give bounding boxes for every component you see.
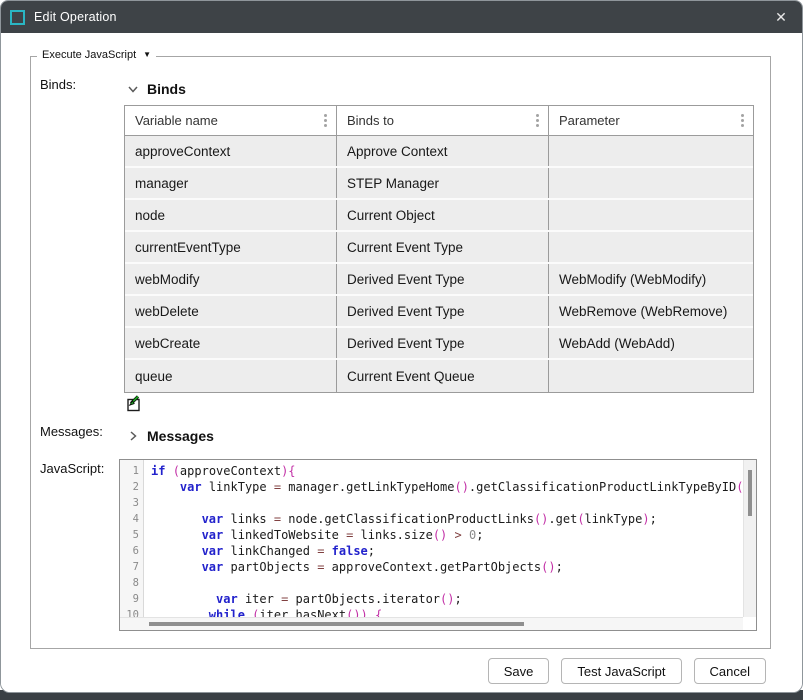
line-number: 3 — [120, 495, 143, 511]
save-button[interactable]: Save — [488, 658, 550, 684]
line-number: 7 — [120, 559, 143, 575]
binds-table-body: approveContextApprove ContextmanagerSTEP… — [125, 136, 753, 392]
binds-table: Variable name Binds to Parameter approveCo… — [124, 105, 754, 393]
column-menu-icon[interactable] — [322, 112, 329, 129]
binds-to-cell[interactable]: Derived Event Type — [337, 296, 549, 326]
chevron-down-icon — [128, 84, 138, 94]
variable-cell[interactable]: approveContext — [125, 136, 337, 166]
javascript-label: JavaScript: — [40, 461, 104, 476]
column-label: Variable name — [135, 113, 218, 128]
parameter-cell[interactable]: WebRemove (WebRemove) — [549, 296, 753, 326]
bind-row: webDeleteDerived Event TypeWebRemove (We… — [125, 296, 753, 328]
parameter-cell[interactable] — [549, 200, 753, 230]
column-menu-icon[interactable] — [739, 112, 746, 129]
code-line — [151, 575, 743, 591]
javascript-code-editor[interactable]: 12345678910 if (approveContext){ var lin… — [119, 459, 757, 631]
bind-row: approveContextApprove Context — [125, 136, 753, 168]
binds-section-header[interactable]: Binds — [128, 81, 186, 97]
code-line: var partObjects = approveContext.getPart… — [151, 559, 743, 575]
bind-row: managerSTEP Manager — [125, 168, 753, 200]
binds-to-cell[interactable]: Derived Event Type — [337, 328, 549, 358]
bind-row: nodeCurrent Object — [125, 200, 753, 232]
vertical-scrollbar[interactable] — [743, 460, 756, 617]
code-line: var iter = partObjects.iterator(); — [151, 591, 743, 607]
bind-row: currentEventTypeCurrent Event Type — [125, 232, 753, 264]
parameter-cell[interactable] — [549, 232, 753, 262]
column-header-variable-name[interactable]: Variable name — [125, 106, 337, 135]
dialog-buttons: Save Test JavaScript Cancel — [488, 658, 766, 684]
test-javascript-button[interactable]: Test JavaScript — [561, 658, 681, 684]
binds-to-cell[interactable]: Current Event Type — [337, 232, 549, 262]
vertical-scrollbar-thumb[interactable] — [748, 470, 752, 516]
bind-row: webModifyDerived Event TypeWebModify (We… — [125, 264, 753, 296]
code-line: if (approveContext){ — [151, 463, 743, 479]
edit-cell-icon[interactable] — [124, 395, 141, 412]
horizontal-scrollbar-thumb[interactable] — [149, 622, 524, 626]
binds-to-cell[interactable]: Current Object — [337, 200, 549, 230]
binds-to-cell[interactable]: Derived Event Type — [337, 264, 549, 294]
window-title: Edit Operation — [34, 10, 117, 24]
column-header-parameter[interactable]: Parameter — [549, 106, 753, 135]
column-label: Binds to — [347, 113, 394, 128]
line-number: 6 — [120, 543, 143, 559]
cancel-button[interactable]: Cancel — [694, 658, 766, 684]
messages-label: Messages: — [40, 424, 103, 439]
close-icon[interactable]: ✕ — [760, 1, 802, 33]
caret-down-icon: ▼ — [143, 51, 151, 59]
code-line: var linkedToWebsite = links.size() > 0; — [151, 527, 743, 543]
column-menu-icon[interactable] — [534, 112, 541, 129]
line-number: 8 — [120, 575, 143, 591]
variable-cell[interactable]: webCreate — [125, 328, 337, 358]
code-line: while (iter.hasNext()) { — [151, 607, 743, 617]
dialog-body: Execute JavaScript ▼ Binds: Binds Variab… — [1, 33, 802, 692]
line-number: 5 — [120, 527, 143, 543]
code-line: var linkType = manager.getLinkTypeHome()… — [151, 479, 743, 495]
line-number: 1 — [120, 463, 143, 479]
messages-section-title: Messages — [147, 428, 214, 444]
binds-to-cell[interactable]: STEP Manager — [337, 168, 549, 198]
execute-javascript-group: Execute JavaScript ▼ Binds: Binds Variab… — [30, 56, 771, 649]
bind-row: webCreateDerived Event TypeWebAdd (WebAd… — [125, 328, 753, 360]
line-number: 4 — [120, 511, 143, 527]
line-number-gutter: 12345678910 — [120, 460, 144, 630]
parameter-cell[interactable] — [549, 136, 753, 166]
operation-type-label: Execute JavaScript — [42, 49, 136, 61]
screen: Edit Operation ✕ Execute JavaScript ▼ Bi… — [0, 0, 803, 700]
chevron-right-icon — [128, 431, 138, 441]
code-line — [151, 495, 743, 511]
horizontal-scrollbar[interactable] — [120, 617, 743, 630]
parameter-cell[interactable] — [549, 168, 753, 198]
parameter-cell[interactable]: WebAdd (WebAdd) — [549, 328, 753, 358]
messages-section-header[interactable]: Messages — [128, 428, 214, 444]
variable-cell[interactable]: webModify — [125, 264, 337, 294]
line-number: 2 — [120, 479, 143, 495]
parameter-cell[interactable] — [549, 360, 753, 392]
binds-section-title: Binds — [147, 81, 186, 97]
code-line: var linkChanged = false; — [151, 543, 743, 559]
column-label: Parameter — [559, 113, 620, 128]
bind-row: queueCurrent Event Queue — [125, 360, 753, 392]
binds-label: Binds: — [40, 77, 76, 92]
binds-table-header: Variable name Binds to Parameter — [125, 106, 753, 136]
binds-to-cell[interactable]: Current Event Queue — [337, 360, 549, 392]
operation-type-dropdown[interactable]: Execute JavaScript ▼ — [37, 49, 156, 61]
parameter-cell[interactable]: WebModify (WebModify) — [549, 264, 753, 294]
binds-to-cell[interactable]: Approve Context — [337, 136, 549, 166]
edit-operation-dialog: Edit Operation ✕ Execute JavaScript ▼ Bi… — [0, 0, 803, 693]
variable-cell[interactable]: queue — [125, 360, 337, 392]
code-area: if (approveContext){ var linkType = mana… — [145, 460, 743, 617]
variable-cell[interactable]: manager — [125, 168, 337, 198]
titlebar: Edit Operation ✕ — [1, 1, 802, 33]
column-header-binds-to[interactable]: Binds to — [337, 106, 549, 135]
variable-cell[interactable]: node — [125, 200, 337, 230]
line-number: 9 — [120, 591, 143, 607]
app-icon — [10, 10, 25, 25]
variable-cell[interactable]: webDelete — [125, 296, 337, 326]
code-line: var links = node.getClassificationProduc… — [151, 511, 743, 527]
variable-cell[interactable]: currentEventType — [125, 232, 337, 262]
